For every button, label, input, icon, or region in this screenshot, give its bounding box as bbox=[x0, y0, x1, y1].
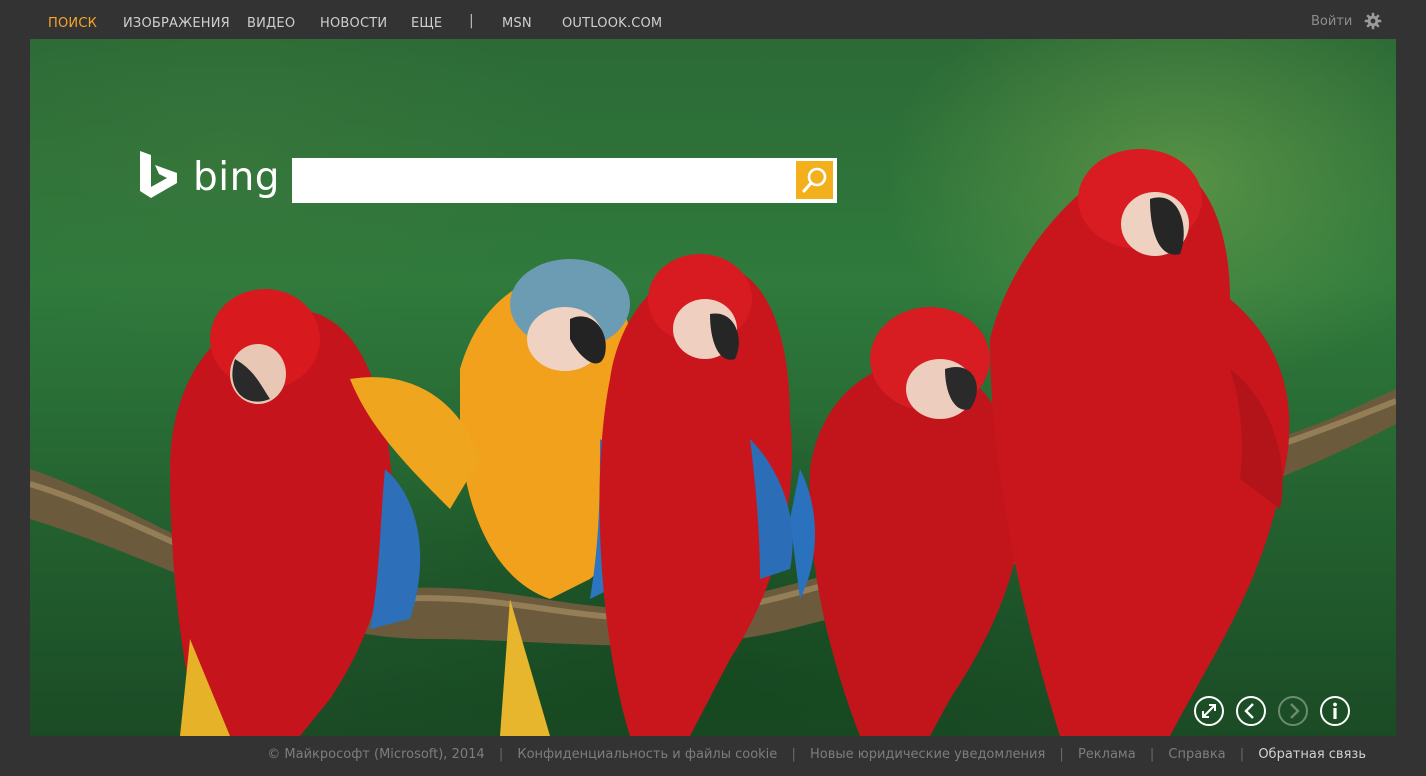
footer: © Майкрософт (Microsoft), 2014 | Конфиде… bbox=[0, 736, 1426, 776]
nav-news[interactable]: НОВОСТИ bbox=[320, 16, 387, 31]
search-input[interactable] bbox=[292, 158, 792, 203]
footer-link-privacy[interactable]: Конфиденциальность и файлы cookie bbox=[517, 747, 777, 762]
footer-separator: | bbox=[498, 747, 504, 762]
bing-logo-text: bing bbox=[193, 155, 281, 200]
footer-separator: | bbox=[1059, 747, 1064, 762]
nav-msn[interactable]: MSN bbox=[502, 16, 532, 31]
nav-videos[interactable]: ВИДЕО bbox=[247, 16, 295, 31]
footer-separator: | bbox=[1239, 747, 1245, 762]
footer-link-ads[interactable]: Реклама bbox=[1078, 747, 1136, 762]
nav-outlook[interactable]: OUTLOOK.COM bbox=[562, 16, 662, 31]
footer-link-feedback[interactable]: Обратная связь bbox=[1258, 747, 1366, 762]
next-icon[interactable] bbox=[1277, 695, 1309, 727]
footer-separator: | bbox=[1149, 747, 1155, 762]
hero-background-image: bing bbox=[30, 39, 1396, 736]
copyright: © Майкрософт (Microsoft), 2014 bbox=[267, 747, 485, 762]
parrots-photo bbox=[30, 149, 1396, 736]
footer-link-legal[interactable]: Новые юридические уведомления bbox=[810, 747, 1045, 762]
footer-link-help[interactable]: Справка bbox=[1168, 747, 1225, 762]
footer-links: © Майкрософт (Microsoft), 2014 | Конфиде… bbox=[267, 747, 1366, 762]
login-link[interactable]: Войти bbox=[1311, 14, 1352, 29]
nav-search[interactable]: ПОИСК bbox=[48, 16, 97, 31]
top-navigation: ПОИСК ИЗОБРАЖЕНИЯ ВИДЕО НОВОСТИ ЕЩЕ | MS… bbox=[0, 0, 1426, 39]
previous-icon[interactable] bbox=[1235, 695, 1267, 727]
info-icon[interactable] bbox=[1319, 695, 1351, 727]
footer-separator: | bbox=[791, 747, 796, 762]
nav-more[interactable]: ЕЩЕ bbox=[411, 16, 442, 31]
search-box bbox=[292, 158, 837, 203]
search-button[interactable] bbox=[796, 161, 833, 199]
nav-separator: | bbox=[469, 13, 474, 29]
nav-images[interactable]: ИЗОБРАЖЕНИЯ bbox=[123, 16, 230, 31]
search-icon bbox=[802, 167, 827, 193]
expand-icon[interactable] bbox=[1193, 695, 1225, 727]
gear-icon[interactable] bbox=[1364, 12, 1382, 30]
